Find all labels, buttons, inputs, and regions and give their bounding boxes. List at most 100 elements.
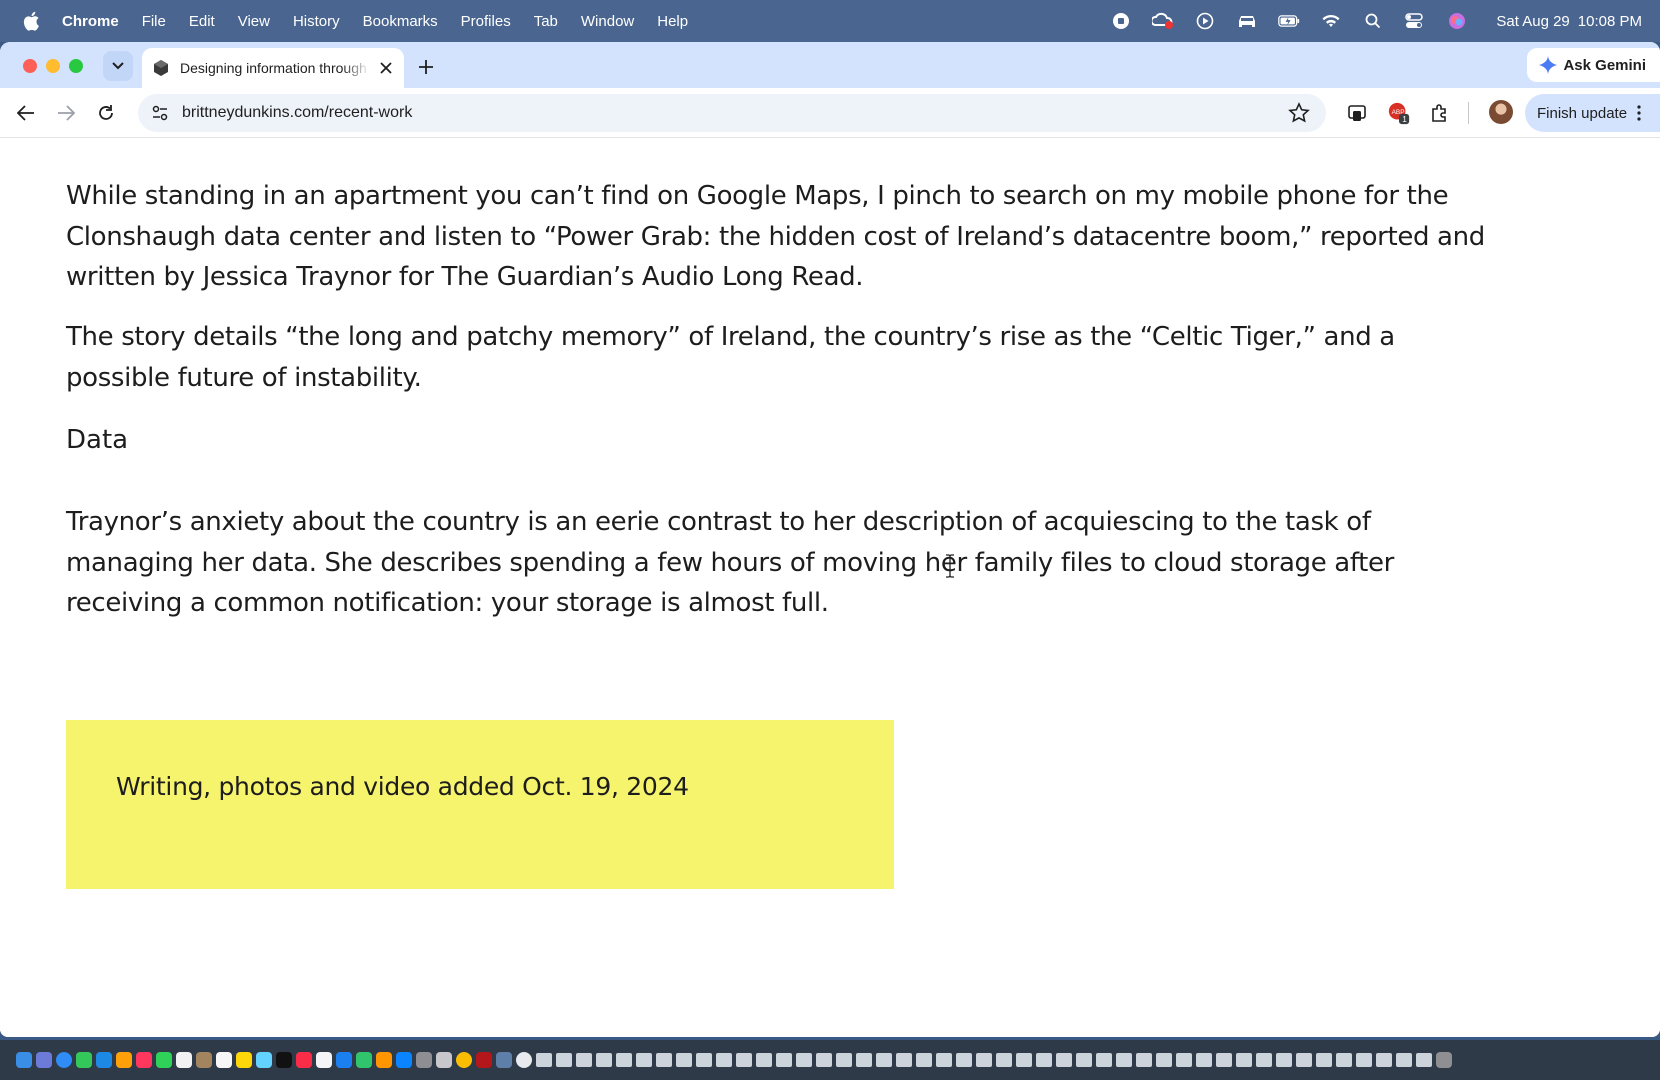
maps-icon[interactable] (116, 1052, 132, 1068)
control-center-icon[interactable] (1404, 10, 1426, 32)
dock-file[interactable] (1156, 1053, 1172, 1067)
dock-file[interactable] (876, 1053, 892, 1067)
notes-icon[interactable] (236, 1052, 252, 1068)
battery-icon[interactable] (1278, 10, 1300, 32)
window-minimize-button[interactable] (46, 59, 60, 73)
tab-close-button[interactable] (376, 58, 396, 78)
dock-file[interactable] (1256, 1053, 1272, 1067)
dock-file[interactable] (916, 1053, 932, 1067)
dock-file[interactable] (696, 1053, 712, 1067)
tab-active[interactable]: Designing information through (142, 48, 404, 88)
media-control-icon[interactable] (1345, 101, 1369, 125)
menu-tab[interactable]: Tab (534, 13, 558, 30)
screen-record-icon[interactable] (1110, 10, 1132, 32)
dock-file[interactable] (936, 1053, 952, 1067)
profile-avatar[interactable] (1489, 100, 1513, 124)
app-store-icon[interactable] (396, 1052, 412, 1068)
tv-icon[interactable] (276, 1052, 292, 1068)
dock-file[interactable] (1376, 1053, 1392, 1067)
menu-app-chrome[interactable]: Chrome (62, 13, 119, 30)
messages-icon[interactable] (76, 1052, 92, 1068)
dock-file[interactable] (1196, 1053, 1212, 1067)
dock-file[interactable] (836, 1053, 852, 1067)
keynote-icon[interactable] (336, 1052, 352, 1068)
dock-file[interactable] (1236, 1053, 1252, 1067)
forward-button[interactable] (54, 101, 78, 125)
dock-file[interactable] (956, 1053, 972, 1067)
calendar-icon[interactable] (176, 1052, 192, 1068)
dock-file[interactable] (996, 1053, 1012, 1067)
menubar-clock[interactable]: Sat Aug 29 10:08 PM (1488, 13, 1642, 30)
creative-cloud-icon[interactable] (1152, 10, 1174, 32)
dock-file[interactable] (1096, 1053, 1112, 1067)
site-info-button[interactable] (148, 101, 172, 125)
system-settings-icon[interactable] (416, 1052, 432, 1068)
finder-icon[interactable] (16, 1052, 32, 1068)
menu-help[interactable]: Help (657, 13, 688, 30)
dock-file[interactable] (556, 1053, 572, 1067)
menu-bookmarks[interactable]: Bookmarks (363, 13, 438, 30)
pages-icon[interactable] (376, 1052, 392, 1068)
dock-file[interactable] (1216, 1053, 1232, 1067)
dock-file[interactable] (1076, 1053, 1092, 1067)
dock-file[interactable] (636, 1053, 652, 1067)
facetime-icon[interactable] (156, 1052, 172, 1068)
trash-icon[interactable] (1436, 1052, 1452, 1068)
dock-file[interactable] (1396, 1053, 1412, 1067)
dock-file[interactable] (1276, 1053, 1292, 1067)
mail-icon[interactable] (96, 1052, 112, 1068)
menu-edit[interactable]: Edit (189, 13, 215, 30)
acrobat-icon[interactable] (476, 1052, 492, 1068)
dock-file[interactable] (816, 1053, 832, 1067)
tab-search-button[interactable] (103, 51, 133, 81)
dock-file[interactable] (856, 1053, 872, 1067)
extensions-puzzle-icon[interactable] (1428, 101, 1452, 125)
dock-file[interactable] (656, 1053, 672, 1067)
wifi-icon[interactable] (1320, 10, 1342, 32)
dock-file[interactable] (736, 1053, 752, 1067)
window-close-button[interactable] (23, 59, 37, 73)
dock-file[interactable] (976, 1053, 992, 1067)
dock-file[interactable] (1016, 1053, 1032, 1067)
menu-view[interactable]: View (238, 13, 270, 30)
preview-icon[interactable] (496, 1052, 512, 1068)
reminders-icon[interactable] (216, 1052, 232, 1068)
extension-red-icon[interactable]: ABP 1 (1387, 101, 1411, 125)
dock-file[interactable] (596, 1053, 612, 1067)
menu-window[interactable]: Window (581, 13, 634, 30)
dock-file[interactable] (1296, 1053, 1312, 1067)
freeform-icon[interactable] (256, 1052, 272, 1068)
bookmark-star-icon[interactable] (1288, 102, 1310, 124)
dock-file[interactable] (1336, 1053, 1352, 1067)
dock-file[interactable] (1316, 1053, 1332, 1067)
dock-file[interactable] (536, 1053, 552, 1067)
window-zoom-button[interactable] (69, 59, 83, 73)
url-text[interactable]: brittneydunkins.com/recent-work (182, 104, 412, 122)
dock-file[interactable] (1416, 1053, 1432, 1067)
menu-history[interactable]: History (293, 13, 340, 30)
dock-file[interactable] (1356, 1053, 1372, 1067)
dock-file[interactable] (896, 1053, 912, 1067)
chrome-icon[interactable] (456, 1052, 472, 1068)
dock-file[interactable] (576, 1053, 592, 1067)
address-bar[interactable]: brittneydunkins.com/recent-work (138, 94, 1326, 132)
apple-logo-icon[interactable] (22, 11, 40, 31)
dock-file[interactable] (796, 1053, 812, 1067)
safari-icon[interactable] (56, 1052, 72, 1068)
dock-file[interactable] (616, 1053, 632, 1067)
dock-file[interactable] (676, 1053, 692, 1067)
new-tab-button[interactable] (414, 55, 438, 79)
play-icon[interactable] (1194, 10, 1216, 32)
contacts-icon[interactable] (196, 1052, 212, 1068)
dock-file[interactable] (1136, 1053, 1152, 1067)
car-icon[interactable] (1236, 10, 1258, 32)
launchpad-icon[interactable] (36, 1052, 52, 1068)
numbers-icon[interactable] (356, 1052, 372, 1068)
dock-file[interactable] (756, 1053, 772, 1067)
music-icon[interactable] (296, 1052, 312, 1068)
finish-update-button[interactable]: Finish update (1525, 94, 1660, 132)
dock-file[interactable] (1176, 1053, 1192, 1067)
dock-file[interactable] (776, 1053, 792, 1067)
dock-file[interactable] (716, 1053, 732, 1067)
siri-icon[interactable] (1446, 10, 1468, 32)
